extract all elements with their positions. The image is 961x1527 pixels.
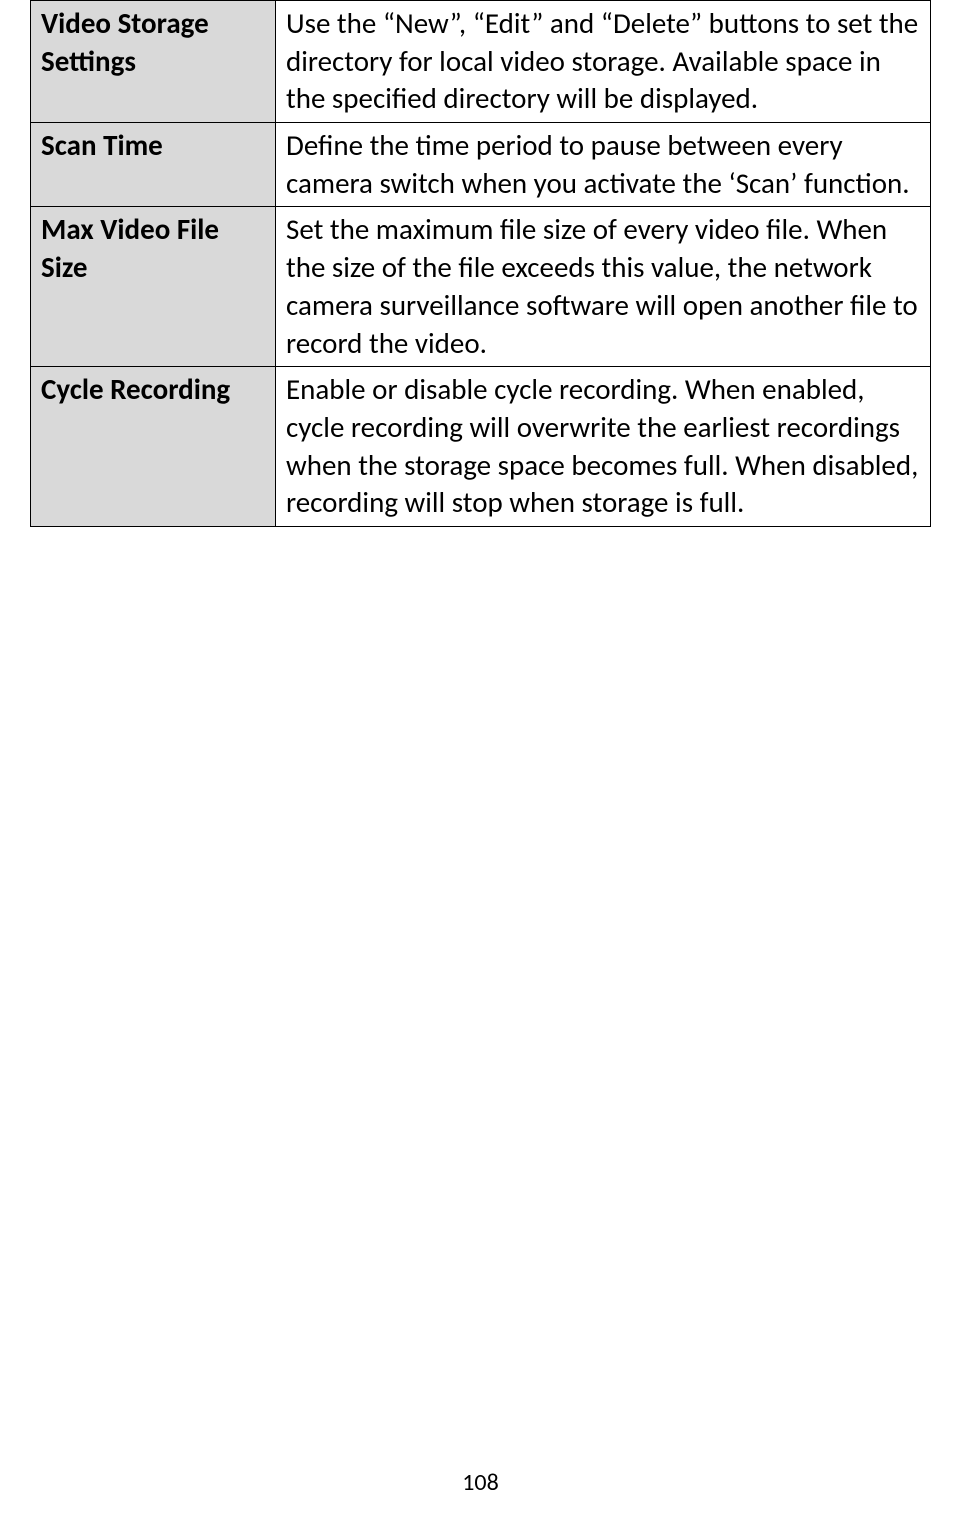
settings-table: Video Storage Settings Use the “New”, “E… bbox=[30, 0, 931, 527]
row-label: Cycle Recording bbox=[31, 367, 276, 527]
row-description: Use the “New”, “Edit” and “Delete” butto… bbox=[276, 1, 931, 123]
row-description: Enable or disable cycle recording. When … bbox=[276, 367, 931, 527]
table-row: Cycle Recording Enable or disable cycle … bbox=[31, 367, 931, 527]
page-number: 108 bbox=[0, 1468, 961, 1497]
row-label: Scan Time bbox=[31, 123, 276, 207]
row-description: Define the time period to pause between … bbox=[276, 123, 931, 207]
row-description: Set the maximum file size of every video… bbox=[276, 207, 931, 367]
table-row: Max Video File Size Set the maximum file… bbox=[31, 207, 931, 367]
table-row: Scan Time Define the time period to paus… bbox=[31, 123, 931, 207]
table-row: Video Storage Settings Use the “New”, “E… bbox=[31, 1, 931, 123]
row-label: Max Video File Size bbox=[31, 207, 276, 367]
row-label: Video Storage Settings bbox=[31, 1, 276, 123]
